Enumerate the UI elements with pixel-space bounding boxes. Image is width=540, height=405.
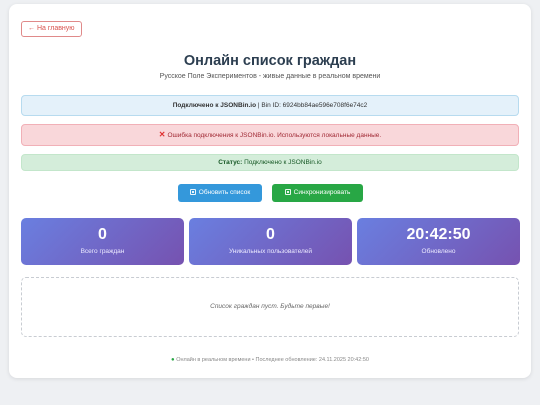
- sync-label: Синхронизировать: [293, 189, 351, 196]
- footer: ● Онлайн в реальном времени • Последнее …: [9, 357, 531, 363]
- page-title: Онлайн список граждан: [183, 53, 357, 69]
- status-text: Подключено к JSONBin.io: [242, 159, 322, 166]
- stat-card-total-citizens: 0 Всего граждан: [21, 218, 184, 265]
- status-bar: Статус: Подключено к JSONBin.io: [21, 154, 519, 171]
- stat-label: Обновлено: [421, 248, 456, 255]
- footer-text: Онлайн в реальном времени • Последнее об…: [174, 357, 369, 363]
- refresh-list-button[interactable]: Обновить список: [178, 184, 262, 202]
- bin-id-text: Bin ID: 6924bb84ae596e708f6e74c2: [261, 102, 368, 109]
- empty-list-text: Список граждан пуст. Будьте первые!: [210, 303, 330, 310]
- page-subtitle: Русское Поле Экспериментов - живые данны…: [159, 73, 381, 80]
- sync-icon: [284, 189, 291, 195]
- connection-info-bar: Подключено к JSONBin.io | Bin ID: 6924bb…: [21, 95, 519, 116]
- refresh-list-label: Обновить список: [198, 189, 251, 196]
- cross-mark-icon: ✕: [158, 130, 166, 139]
- stat-card-updated: 20:42:50 Обновлено: [357, 218, 520, 265]
- back-to-home-link[interactable]: ← На главную: [21, 21, 82, 37]
- main-card: ← На главную Онлайн список граждан Русск…: [9, 4, 531, 378]
- refresh-icon: [189, 189, 196, 195]
- stat-value: 0: [266, 226, 275, 243]
- sync-button[interactable]: Синхронизировать: [272, 184, 363, 202]
- error-text: Ошибка подключения к JSONBin.io. Использ…: [167, 132, 382, 139]
- connection-label: Подключено к JSONBin.io: [172, 102, 257, 109]
- citizens-list-empty: Список граждан пуст. Будьте первые!: [21, 277, 519, 337]
- stat-card-unique-users: 0 Уникальных пользователей: [189, 218, 352, 265]
- stat-value: 20:42:50: [406, 226, 471, 243]
- stat-label: Всего граждан: [80, 248, 125, 255]
- stat-value: 0: [98, 226, 107, 243]
- stat-label: Уникальных пользователей: [228, 248, 313, 255]
- error-alert: ✕ Ошибка подключения к JSONBin.io. Исполь…: [21, 124, 519, 146]
- status-label: Статус:: [218, 159, 243, 166]
